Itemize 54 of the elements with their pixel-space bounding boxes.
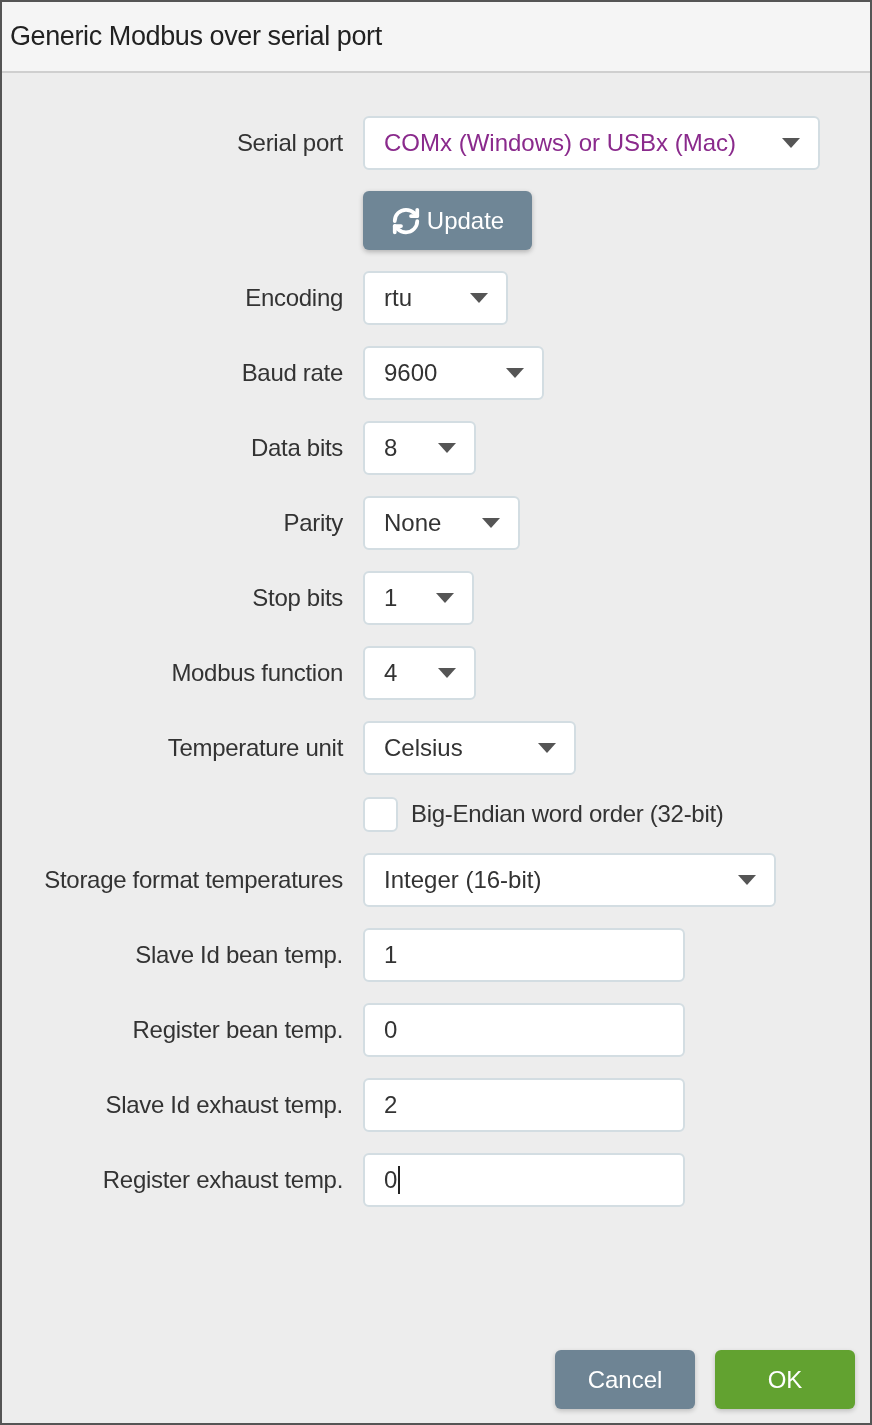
field-label: Stop bits bbox=[252, 583, 343, 613]
text-input[interactable]: 0 bbox=[363, 1153, 685, 1207]
dropdown-caret-icon bbox=[470, 293, 488, 303]
dropdown-caret-icon bbox=[782, 138, 800, 148]
select-value: 1 bbox=[384, 583, 398, 613]
select-value: 9600 bbox=[384, 358, 438, 388]
dropdown-select[interactable]: Integer (16-bit) bbox=[363, 853, 776, 907]
field-label: Encoding bbox=[245, 283, 343, 313]
field-label: Slave Id bean temp. bbox=[135, 940, 343, 970]
input-value: 1 bbox=[384, 940, 398, 970]
dropdown-caret-icon bbox=[438, 668, 456, 678]
dropdown-select[interactable]: 4 bbox=[363, 646, 476, 700]
checkbox[interactable] bbox=[363, 796, 398, 832]
field-label: Storage format temperatures bbox=[44, 865, 343, 895]
text-input[interactable]: 1 bbox=[363, 928, 685, 982]
field-label: Serial port bbox=[236, 128, 343, 158]
text-input[interactable]: 2 bbox=[363, 1078, 685, 1132]
dialog-title: Generic Modbus over serial port bbox=[10, 20, 382, 54]
dropdown-select[interactable]: rtu bbox=[363, 271, 508, 325]
dropdown-caret-icon bbox=[482, 518, 500, 528]
select-value: Celsius bbox=[384, 733, 463, 763]
input-value: 0 bbox=[384, 1165, 398, 1195]
cancel-button[interactable]: Cancel bbox=[555, 1350, 695, 1409]
field-label: Baud rate bbox=[241, 358, 343, 388]
refresh-icon bbox=[390, 205, 421, 236]
dropdown-caret-icon bbox=[506, 368, 524, 378]
field-label: Register bean temp. bbox=[132, 1015, 343, 1045]
dropdown-caret-icon bbox=[438, 443, 456, 453]
field-label: Parity bbox=[283, 508, 343, 538]
dropdown-select[interactable]: Celsius bbox=[363, 721, 576, 775]
update-button[interactable]: Update bbox=[363, 191, 532, 250]
checkbox-label: Big-Endian word order (32-bit) bbox=[411, 799, 724, 829]
field-label: Slave Id exhaust temp. bbox=[105, 1090, 343, 1120]
dropdown-caret-icon bbox=[538, 743, 556, 753]
select-placeholder: COMx (Windows) or USBx (Mac) bbox=[384, 128, 737, 158]
select-value: 8 bbox=[384, 433, 398, 463]
dropdown-select[interactable]: 8 bbox=[363, 421, 476, 475]
field-label: Register exhaust temp. bbox=[102, 1165, 343, 1195]
input-value: 0 bbox=[384, 1015, 398, 1045]
dropdown-select[interactable]: COMx (Windows) or USBx (Mac) bbox=[363, 116, 820, 170]
select-value: rtu bbox=[384, 283, 412, 313]
dropdown-select[interactable]: None bbox=[363, 496, 520, 550]
dropdown-select[interactable]: 9600 bbox=[363, 346, 544, 400]
select-value: None bbox=[384, 508, 442, 538]
dropdown-caret-icon bbox=[738, 875, 756, 885]
dropdown-select[interactable]: 1 bbox=[363, 571, 474, 625]
select-value: Integer (16-bit) bbox=[384, 865, 542, 895]
field-label: Modbus function bbox=[171, 658, 343, 688]
text-input[interactable]: 0 bbox=[363, 1003, 685, 1057]
select-value: 4 bbox=[384, 658, 398, 688]
dropdown-caret-icon bbox=[436, 593, 454, 603]
field-label: Data bits bbox=[251, 433, 343, 463]
field-label: Temperature unit bbox=[167, 733, 343, 763]
input-value: 2 bbox=[384, 1090, 398, 1120]
